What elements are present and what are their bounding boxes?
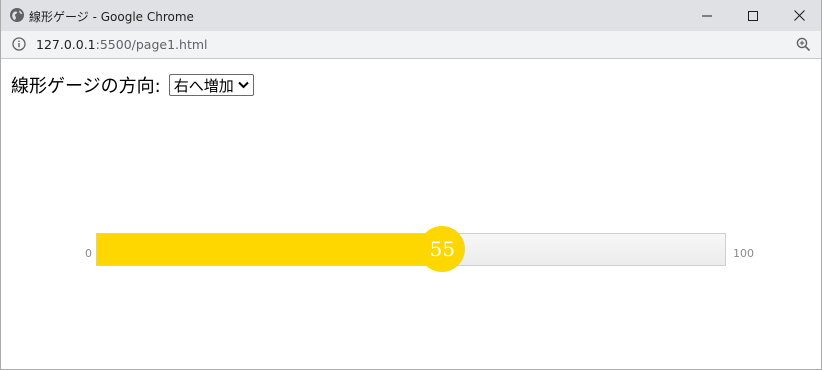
gauge-min-label: 0 (85, 247, 92, 260)
gauge-max-label: 100 (733, 247, 754, 260)
window-title: 線形ゲージ - Google Chrome (29, 10, 194, 24)
url-text[interactable]: 127.0.0.1:5500/page1.html (36, 37, 208, 52)
info-icon[interactable] (12, 37, 26, 51)
zoom-in-icon[interactable] (796, 37, 811, 52)
linear-gauge[interactable]: 55 (96, 226, 726, 272)
page-content: 線形ゲージの方向: 右へ増加 0 55 100 (1, 59, 821, 369)
browser-window: 線形ゲージ - Google Chrome 127.0.0.1:5500/pag… (0, 0, 822, 370)
minimize-button[interactable] (684, 0, 730, 31)
gauge-fill-bar (97, 234, 443, 265)
address-bar[interactable]: 127.0.0.1:5500/page1.html (1, 31, 821, 59)
chevron-down-icon (238, 81, 249, 89)
minimize-icon (702, 15, 712, 16)
maximize-button[interactable] (730, 0, 776, 31)
url-path: :5500/page1.html (95, 37, 208, 52)
direction-control: 線形ゲージの方向: 右へ増加 (11, 72, 254, 98)
direction-select-value: 右へ増加 (173, 76, 234, 95)
gauge-value-text: 55 (429, 237, 456, 261)
close-button[interactable] (776, 0, 822, 31)
maximize-icon (748, 10, 758, 21)
close-icon (793, 10, 805, 21)
globe-icon (10, 8, 24, 22)
gauge-value-indicator[interactable]: 55 (419, 226, 466, 272)
direction-select[interactable]: 右へ増加 (168, 74, 254, 96)
direction-label: 線形ゲージの方向: (11, 76, 161, 97)
url-host: 127.0.0.1 (36, 37, 96, 52)
title-bar: 線形ゲージ - Google Chrome (1, 0, 821, 31)
